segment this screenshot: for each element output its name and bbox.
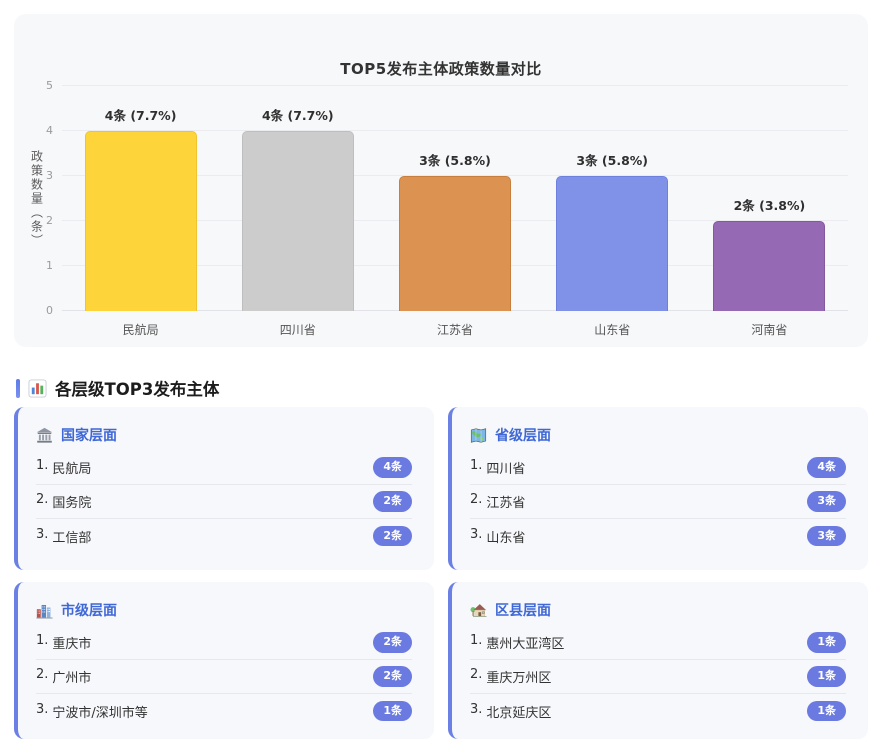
card-header: 国家层面 [36,425,412,445]
list-item: 3.北京延庆区 1条 [470,694,846,728]
card-title: 市级层面 [61,600,117,620]
count-badge: 4条 [373,457,412,477]
bar-chart-icon [28,379,47,398]
level-card-provincial: 省级层面 1.四川省 4条 2.江苏省 3条 3.山东省 3条 [448,407,868,570]
count-badge: 1条 [807,701,846,721]
bar-chart-plot-area: 0123454条 (7.7%)民航局4条 (7.7%)四川省3条 (5.8%)江… [62,86,848,311]
list-item: 1.四川省 4条 [470,451,846,485]
city-icon [36,602,53,619]
card-header: 市级层面 [36,600,412,620]
list-item: 2.江苏省 3条 [470,485,846,519]
section-title: 各层级TOP3发布主体 [55,376,219,400]
list-item: 2.国务院 2条 [36,485,412,519]
y-tick-label: 3 [29,169,53,182]
item-name: 2.江苏省 [470,492,525,511]
y-tick-label: 1 [29,259,53,272]
bar-group: 3条 (5.8%)江苏省 [376,86,533,311]
list-item: 3.工信部 2条 [36,519,412,553]
y-axis-title: 政策数量（条） [28,86,46,311]
bar-group: 4条 (7.7%)民航局 [62,86,219,311]
count-badge: 2条 [373,666,412,686]
item-name: 2.重庆万州区 [470,667,551,686]
top5-bar-chart-card: TOP5发布主体政策数量对比 政策数量（条） 0123454条 (7.7%)民航… [14,14,868,347]
bars-container: 4条 (7.7%)民航局4条 (7.7%)四川省3条 (5.8%)江苏省3条 (… [62,86,848,311]
item-name: 1.重庆市 [36,633,91,652]
section-accent-bar [16,379,20,398]
bar-山东省[interactable] [556,176,668,311]
count-badge: 1条 [807,632,846,652]
list-item: 3.宁波市/深圳市等 1条 [36,694,412,728]
list-item: 1.惠州大亚湾区 1条 [470,626,846,660]
bar-value-label: 4条 (7.7%) [62,105,219,124]
item-name: 3.北京延庆区 [470,702,551,721]
x-axis-label: 四川省 [219,321,376,338]
house-icon [470,602,487,619]
x-axis-label: 民航局 [62,321,219,338]
x-axis-label: 山东省 [534,321,691,338]
card-header: 区县层面 [470,600,846,620]
list-item: 2.重庆万州区 1条 [470,660,846,694]
item-name: 3.工信部 [36,527,91,546]
bank-icon [36,427,53,444]
bar-民航局[interactable] [85,131,197,311]
x-axis-label: 江苏省 [376,321,533,338]
level-cards-grid: 国家层面 1.民航局 4条 2.国务院 2条 3.工信部 2条 [14,407,868,739]
section-header: 各层级TOP3发布主体 [16,376,219,400]
card-title: 省级层面 [495,425,551,445]
bar-四川省[interactable] [242,131,354,311]
count-badge: 2条 [373,632,412,652]
item-name: 3.宁波市/深圳市等 [36,702,148,721]
level-card-district: 区县层面 1.惠州大亚湾区 1条 2.重庆万州区 1条 3.北京延庆区 1条 [448,582,868,739]
item-name: 3.山东省 [470,527,525,546]
count-badge: 4条 [807,457,846,477]
count-badge: 3条 [807,526,846,546]
bar-value-label: 3条 (5.8%) [376,150,533,169]
card-title: 区县层面 [495,600,551,620]
map-icon [470,427,487,444]
card-header: 省级层面 [470,425,846,445]
bar-河南省[interactable] [713,221,825,311]
item-name: 2.广州市 [36,667,91,686]
y-tick-label: 2 [29,214,53,227]
count-badge: 1条 [807,666,846,686]
y-tick-label: 0 [29,304,53,317]
list-item: 1.民航局 4条 [36,451,412,485]
bar-group: 2条 (3.8%)河南省 [691,86,848,311]
count-badge: 3条 [807,491,846,511]
level-card-municipal: 市级层面 1.重庆市 2条 2.广州市 2条 3.宁波市/深圳市等 1条 [14,582,434,739]
bar-group: 3条 (5.8%)山东省 [534,86,691,311]
item-name: 2.国务院 [36,492,91,511]
count-badge: 1条 [373,701,412,721]
level-card-national: 国家层面 1.民航局 4条 2.国务院 2条 3.工信部 2条 [14,407,434,570]
item-name: 1.四川省 [470,458,525,477]
list-item: 3.山东省 3条 [470,519,846,553]
bar-group: 4条 (7.7%)四川省 [219,86,376,311]
y-tick-label: 4 [29,124,53,137]
list-item: 1.重庆市 2条 [36,626,412,660]
count-badge: 2条 [373,491,412,511]
count-badge: 2条 [373,526,412,546]
y-tick-label: 5 [29,79,53,92]
bar-value-label: 3条 (5.8%) [534,150,691,169]
bar-value-label: 2条 (3.8%) [691,195,848,214]
item-name: 1.惠州大亚湾区 [470,633,564,652]
bar-value-label: 4条 (7.7%) [219,105,376,124]
item-name: 1.民航局 [36,458,91,477]
chart-title: TOP5发布主体政策数量对比 [14,58,868,79]
list-item: 2.广州市 2条 [36,660,412,694]
card-title: 国家层面 [61,425,117,445]
bar-江苏省[interactable] [399,176,511,311]
x-axis-label: 河南省 [691,321,848,338]
